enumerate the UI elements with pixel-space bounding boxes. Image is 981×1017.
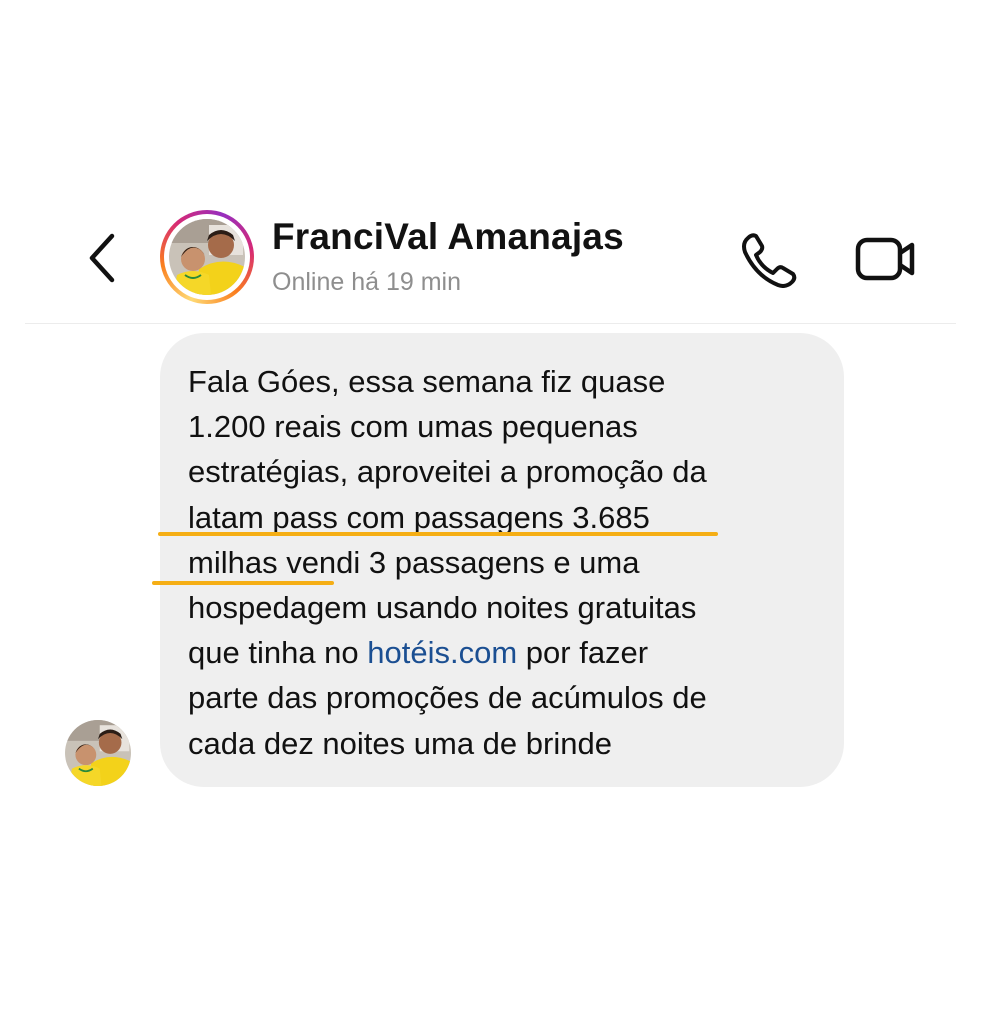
- avatar-photo: [169, 219, 245, 295]
- message-line: estratégias, aproveitei a promoção da: [188, 454, 707, 490]
- hoteis-link[interactable]: hotéis.com: [367, 635, 517, 670]
- message-line: milhas vendi 3 passagens e uma: [188, 544, 640, 580]
- video-call-button[interactable]: [852, 232, 920, 286]
- message-text: que tinha no: [188, 635, 368, 671]
- message-line: 1.200 reais com umas pequenas: [188, 409, 638, 445]
- phone-icon: [742, 233, 797, 288]
- highlight-underline: [152, 581, 334, 585]
- message-line: Fala Góes, essa semana fiz quase: [188, 364, 666, 399]
- chat-header: FranciVal Amanajas Online há 19 min: [0, 200, 981, 324]
- sender-avatar[interactable]: [65, 720, 131, 786]
- message-line: cada dez noites uma de brinde: [188, 725, 612, 761]
- contact-avatar[interactable]: [160, 210, 254, 304]
- online-status: Online há 19 min: [272, 268, 462, 296]
- message-line: parte das promoções de acúmulos de: [188, 680, 707, 716]
- back-button[interactable]: [80, 230, 124, 286]
- header-divider: [25, 323, 956, 324]
- message-bubble[interactable]: Fala Góes, essa semana fiz quase 1.200 r…: [160, 333, 844, 787]
- message-line: hospedagem usando noites gratuitas: [188, 590, 697, 626]
- audio-call-button[interactable]: [738, 230, 800, 288]
- video-camera-icon: [855, 237, 915, 281]
- message-line: que tinha no hotéis.com por fazer: [188, 630, 822, 675]
- highlight-underline: [158, 532, 718, 536]
- message-text: por fazer: [517, 635, 649, 671]
- contact-name[interactable]: FranciVal Amanajas: [272, 216, 624, 258]
- chevron-left-icon: [89, 233, 115, 283]
